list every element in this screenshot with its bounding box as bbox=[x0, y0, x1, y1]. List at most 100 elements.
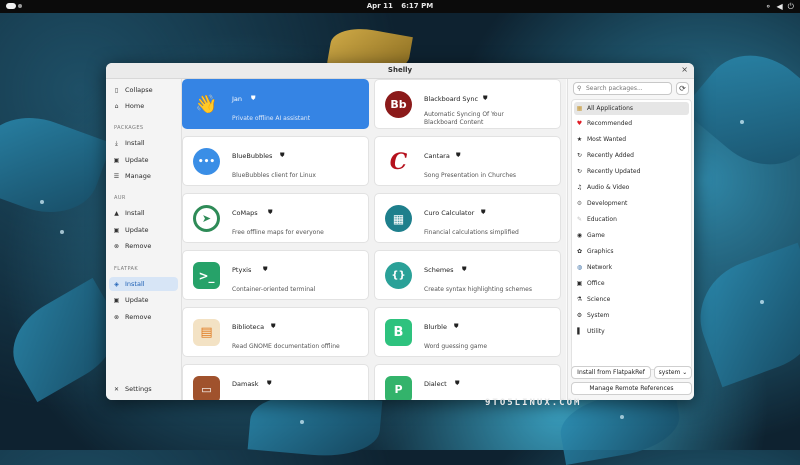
waving-hand-icon: 👋 bbox=[195, 94, 218, 115]
book-icon: ▤ bbox=[193, 319, 220, 346]
sidebar-item-label: Install bbox=[125, 209, 145, 217]
category-graphics[interactable]: ✿ Graphics bbox=[574, 245, 689, 258]
category-network[interactable]: ◍ Network bbox=[574, 261, 689, 274]
search-field[interactable]: ⚲ bbox=[573, 82, 672, 95]
refresh-button[interactable]: ⟳ bbox=[676, 82, 689, 95]
sidebar-item-label: Collapse bbox=[125, 86, 153, 94]
sidebar-collapse[interactable]: ▯ Collapse bbox=[109, 83, 178, 97]
verified-badge-icon: ⛊ bbox=[263, 266, 268, 273]
app-description: BlueBubbles client for Linux bbox=[232, 172, 316, 179]
app-description: Word guessing game bbox=[424, 343, 488, 350]
sidebar-item-aur-remove[interactable]: ⊗ Remove bbox=[109, 239, 178, 253]
app-card-jan[interactable]: 👋 Jan ⛊ Private offline AI assistant bbox=[182, 79, 369, 129]
letter-b-icon: B bbox=[385, 319, 412, 346]
scope-value: system bbox=[658, 369, 681, 376]
category-science[interactable]: ⚗ Science bbox=[574, 293, 689, 306]
app-card-damask[interactable]: ▭ Damask ⛊ bbox=[182, 364, 369, 400]
app-name: BlueBubbles bbox=[232, 152, 273, 160]
sidebar-item-label: Remove bbox=[125, 313, 152, 321]
sidebar-item-home[interactable]: ⌂ Home bbox=[109, 99, 178, 113]
sidebar-item-aur-install[interactable]: ▲ Install bbox=[109, 206, 178, 220]
category-most-wanted[interactable]: ★ Most Wanted bbox=[574, 133, 689, 146]
tools-icon: ✕ bbox=[113, 385, 120, 393]
sidebar-item-flatpak-remove[interactable]: ⊗ Remove bbox=[109, 310, 178, 324]
manage-remote-references-button[interactable]: Manage Remote References bbox=[571, 382, 692, 395]
app-card-comaps[interactable]: ➤ CoMaps ⛊ Free offline maps for everyon… bbox=[182, 193, 369, 243]
category-label: Office bbox=[587, 280, 605, 287]
office-icon: ▣ bbox=[576, 280, 583, 287]
category-label: Science bbox=[587, 296, 611, 303]
clock[interactable]: Apr 11 6:17 PM bbox=[0, 2, 800, 10]
app-card-biblioteca[interactable]: ▤ Biblioteca ⛊ Read GNOME documentation … bbox=[182, 307, 369, 357]
sidebar-item-packages-install[interactable]: ⤓ Install bbox=[109, 136, 178, 150]
search-input[interactable] bbox=[586, 84, 668, 93]
verified-badge-icon: ⛊ bbox=[462, 266, 467, 273]
title-bar[interactable]: Shelly × bbox=[106, 63, 694, 79]
app-card-curo-calculator[interactable]: ▦ Curo Calculator ⛊ Financial calculatio… bbox=[374, 193, 561, 243]
power-icon: ⏻ bbox=[787, 2, 794, 11]
app-card-schemes[interactable]: {} Schemes ⛊ Create syntax highlighting … bbox=[374, 250, 561, 300]
category-system[interactable]: ⚙ System bbox=[574, 309, 689, 322]
update-icon: ▣ bbox=[113, 226, 120, 234]
sidebar-item-flatpak-update[interactable]: ▣ Update bbox=[109, 293, 178, 307]
sidebar: ▯ Collapse ⌂ Home PACKAGES ⤓ Install ▣ U… bbox=[106, 79, 182, 400]
verified-badge-icon: ⛊ bbox=[481, 209, 486, 216]
scope-dropdown[interactable]: system ⌄ bbox=[654, 366, 692, 379]
heart-icon: ♥ bbox=[576, 120, 583, 127]
sidebar-item-settings[interactable]: ✕ Settings bbox=[109, 382, 178, 396]
category-education[interactable]: ✎ Education bbox=[574, 213, 689, 226]
chat-bubble-icon: ••• bbox=[193, 148, 220, 175]
recent-icon: ↻ bbox=[576, 152, 583, 159]
list-icon: ☰ bbox=[113, 172, 120, 180]
category-recently-updated[interactable]: ↻ Recently Updated bbox=[574, 165, 689, 178]
verified-badge-icon: ⛊ bbox=[268, 209, 273, 216]
app-description: Container-oriented terminal bbox=[232, 286, 316, 293]
app-card-blurble[interactable]: B Blurble ⛊ Word guessing game bbox=[374, 307, 561, 357]
arch-icon: ▲ bbox=[114, 209, 119, 217]
app-description: Automatic Syncing Of Your Blackboard Con… bbox=[424, 111, 504, 126]
flask-icon: ⚗ bbox=[576, 296, 583, 303]
letter-c-icon: C bbox=[389, 148, 408, 175]
install-from-flatpakref-button[interactable]: Install from FlatpakRef bbox=[571, 366, 651, 379]
watermark: 9TO5LINUX.COM bbox=[485, 398, 582, 408]
app-card-ptyxis[interactable]: >_ Ptyxis ⛊ Container-oriented terminal bbox=[182, 250, 369, 300]
category-development[interactable]: ⚙ Development bbox=[574, 197, 689, 210]
recent-icon: ↻ bbox=[576, 168, 583, 175]
sidebar-item-flatpak-install[interactable]: ◈ Install bbox=[109, 277, 178, 291]
section-heading-aur: AUR bbox=[114, 195, 126, 201]
category-office[interactable]: ▣ Office bbox=[574, 277, 689, 290]
app-description: Song Presentation in Churches bbox=[424, 172, 517, 179]
sidebar-item-packages-manage[interactable]: ☰ Manage bbox=[109, 169, 178, 183]
category-utility[interactable]: ▌ Utility bbox=[574, 325, 689, 338]
volume-icon: ◀ bbox=[776, 2, 783, 11]
sidebar-toggle-icon: ▯ bbox=[114, 86, 119, 94]
app-window: Shelly × ▯ Collapse ⌂ Home PACKAGES ⤓ In… bbox=[106, 63, 694, 400]
close-icon[interactable]: × bbox=[681, 65, 688, 74]
search-icon: ⚲ bbox=[577, 85, 582, 92]
app-card-bluebubbles[interactable]: ••• BlueBubbles ⛊ BlueBubbles client for… bbox=[182, 136, 369, 186]
app-name: Blackboard Sync bbox=[424, 95, 479, 103]
sidebar-item-label: Update bbox=[125, 226, 149, 234]
system-tray[interactable]: ⚬ ◀ ⏻ bbox=[765, 2, 794, 12]
app-description: Create syntax highlighting schemes bbox=[424, 286, 532, 293]
sidebar-item-label: Remove bbox=[125, 242, 152, 250]
category-recently-added[interactable]: ↻ Recently Added bbox=[574, 149, 689, 162]
category-label: Network bbox=[587, 264, 613, 271]
category-all-applications[interactable]: ▦ All Applications bbox=[574, 102, 689, 115]
category-game[interactable]: ◉ Game bbox=[574, 229, 689, 242]
category-label: Most Wanted bbox=[587, 136, 627, 143]
sidebar-item-packages-update[interactable]: ▣ Update bbox=[109, 153, 178, 167]
sidebar-item-aur-update[interactable]: ▣ Update bbox=[109, 223, 178, 237]
app-card-blackboard-sync[interactable]: Bb Blackboard Sync ⛊ Automatic Syncing O… bbox=[374, 79, 561, 129]
verified-badge-icon: ⛊ bbox=[455, 380, 460, 387]
chevron-down-icon: ⌄ bbox=[682, 369, 688, 376]
clock-time: 6:17 PM bbox=[401, 2, 434, 10]
category-audio-video[interactable]: ♫ Audio & Video bbox=[574, 181, 689, 194]
app-card-dialect[interactable]: P Dialect ⛊ bbox=[374, 364, 561, 400]
app-name: Blurble bbox=[424, 323, 447, 331]
category-recommended[interactable]: ♥ Recommended bbox=[574, 117, 689, 130]
sidebar-item-label: Manage bbox=[125, 172, 151, 180]
update-icon: ▣ bbox=[113, 296, 120, 304]
calculator-icon: ▦ bbox=[385, 205, 412, 232]
app-card-cantara[interactable]: C Cantara ⛊ Song Presentation in Churche… bbox=[374, 136, 561, 186]
